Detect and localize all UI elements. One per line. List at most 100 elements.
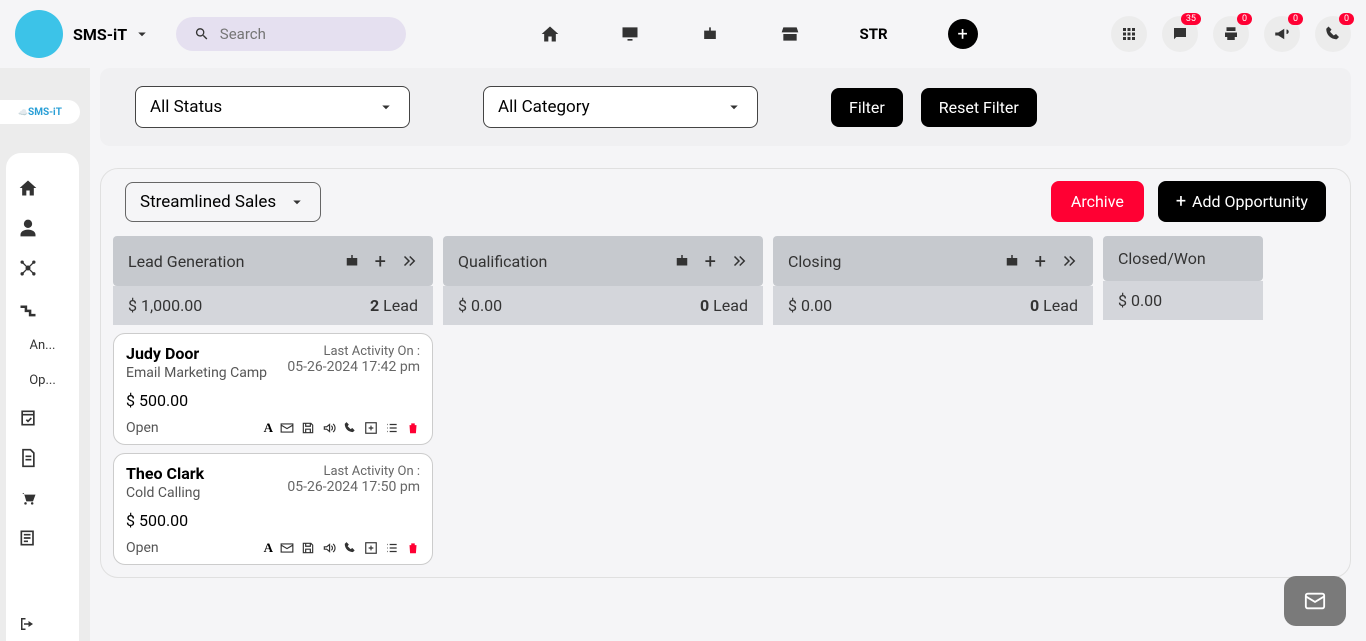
list-icon[interactable] [385, 541, 399, 555]
chevron-double-right-icon[interactable] [730, 252, 748, 270]
chat-badge: 35 [1181, 13, 1201, 25]
column-add-icon[interactable]: + [375, 249, 386, 273]
trash-icon[interactable] [406, 541, 420, 555]
chevron-double-right-icon[interactable] [400, 252, 418, 270]
filter-button[interactable]: Filter [831, 88, 903, 127]
sidebar-analytics[interactable]: An... [18, 338, 68, 353]
phone-icon[interactable] [343, 421, 357, 435]
sidebar-rail: ☁️SMS-iT An... Op... [0, 68, 90, 641]
sidebar-cart[interactable] [18, 488, 68, 508]
robot-icon[interactable] [700, 24, 720, 44]
announce-icon-btn[interactable]: 0 [1264, 16, 1300, 52]
text-icon[interactable]: A [264, 420, 273, 436]
print-badge: 0 [1237, 13, 1252, 25]
volume-icon[interactable] [322, 421, 336, 435]
add-opportunity-button[interactable]: +Add Opportunity [1158, 181, 1326, 222]
card-action-icons: A [264, 420, 420, 436]
mail-icon[interactable] [280, 421, 294, 435]
top-bar: SMS-iT STR + 35 0 0 0 [0, 0, 1366, 68]
print-icon-btn[interactable]: 0 [1213, 16, 1249, 52]
list-icon[interactable] [385, 421, 399, 435]
column-count: 0 Lead [1030, 296, 1078, 315]
sidebar-opportunities[interactable]: Op... [18, 373, 68, 388]
sidebar-calendar[interactable] [18, 408, 68, 428]
column-header: Lead Generation + [113, 236, 433, 286]
search-input[interactable] [220, 25, 388, 43]
chat-icon-btn[interactable]: 35 [1162, 16, 1198, 52]
brand-label[interactable]: SMS-iT [73, 25, 151, 44]
text-icon[interactable]: A [264, 540, 273, 556]
trash-icon[interactable] [406, 421, 420, 435]
sidebar-logo[interactable]: ☁️SMS-iT [0, 100, 80, 124]
network-icon [18, 258, 38, 278]
kanban-columns: Lead Generation + $ 1,000.00 2 Lead Judy… [113, 236, 1338, 565]
document-icon [18, 448, 38, 468]
store-icon[interactable] [780, 24, 800, 44]
card-amount: $ 500.00 [126, 391, 420, 410]
volume-icon[interactable] [322, 541, 336, 555]
save-icon[interactable] [301, 421, 315, 435]
topnav-right: 35 0 0 0 [1111, 16, 1351, 52]
sidebar-steps[interactable] [18, 298, 68, 318]
mail-icon[interactable] [280, 541, 294, 555]
kanban-column: Qualification + $ 0.00 0 Lead [443, 236, 763, 565]
column-add-icon[interactable]: + [705, 249, 716, 273]
card-subtitle: Email Marketing Camp [126, 365, 267, 381]
plus-square-icon[interactable] [364, 421, 378, 435]
archive-button[interactable]: Archive [1051, 181, 1144, 222]
filter-bar: All Status All Category Filter Reset Fil… [100, 68, 1351, 146]
column-summary: $ 0.00 0 Lead [773, 286, 1093, 325]
plus-square-icon[interactable] [364, 541, 378, 555]
column-total: $ 0.00 [788, 296, 832, 315]
card-name: Judy Door [126, 344, 267, 363]
phone-icon[interactable] [343, 541, 357, 555]
megaphone-icon [1273, 25, 1291, 43]
logout-icon [18, 615, 36, 633]
opportunity-card[interactable]: Theo Clark Cold Calling Last Activity On… [113, 453, 433, 565]
sidebar-network[interactable] [18, 258, 68, 278]
cart-icon [18, 488, 38, 508]
str-link[interactable]: STR [860, 25, 888, 43]
avatar[interactable] [15, 10, 63, 58]
card-activity-date: 05-26-2024 17:50 pm [287, 479, 420, 495]
pipeline-dropdown[interactable]: Streamlined Sales [125, 182, 321, 222]
sidebar-logo-text: SMS-iT [28, 107, 62, 118]
card-amount: $ 500.00 [126, 511, 420, 530]
card-status: Open [126, 420, 159, 436]
sidebar-home[interactable] [18, 178, 68, 198]
home-icon[interactable] [540, 24, 560, 44]
opportunity-card[interactable]: Judy Door Email Marketing Camp Last Acti… [113, 333, 433, 445]
chevron-down-icon [725, 98, 743, 116]
sidebar-news[interactable] [18, 528, 68, 548]
sidebar-user[interactable] [18, 218, 68, 238]
reset-filter-button[interactable]: Reset Filter [921, 88, 1037, 127]
search-icon [194, 25, 210, 43]
pipeline-label: Streamlined Sales [140, 192, 276, 212]
column-summary: $ 0.00 [1103, 281, 1263, 320]
apps-icon[interactable] [1111, 16, 1147, 52]
board-head-actions: Archive +Add Opportunity [1051, 181, 1326, 222]
card-activity-date: 05-26-2024 17:42 pm [287, 359, 420, 375]
save-icon[interactable] [301, 541, 315, 555]
column-summary: $ 1,000.00 2 Lead [113, 286, 433, 325]
column-title: Closing [788, 252, 841, 271]
column-add-icon[interactable]: + [1035, 249, 1046, 273]
robot-icon[interactable] [1003, 252, 1021, 270]
sidebar-logout[interactable] [18, 615, 68, 633]
status-dropdown[interactable]: All Status [135, 86, 410, 128]
search-wrap [176, 17, 406, 51]
board-head: Streamlined Sales Archive +Add Opportuni… [113, 181, 1338, 222]
card-activity-label: Last Activity On : [287, 464, 420, 479]
phone-icon-btn[interactable]: 0 [1315, 16, 1351, 52]
chevron-double-right-icon[interactable] [1060, 252, 1078, 270]
plus-button[interactable]: + [948, 19, 978, 49]
sidebar-doc[interactable] [18, 448, 68, 468]
desktop-icon[interactable] [620, 24, 640, 44]
category-dropdown[interactable]: All Category [483, 86, 758, 128]
kanban-column: Lead Generation + $ 1,000.00 2 Lead Judy… [113, 236, 433, 565]
help-chat-button[interactable] [1284, 576, 1346, 626]
column-header: Closing + [773, 236, 1093, 286]
robot-icon[interactable] [673, 252, 691, 270]
column-header-icons: + [343, 249, 418, 273]
robot-icon[interactable] [343, 252, 361, 270]
